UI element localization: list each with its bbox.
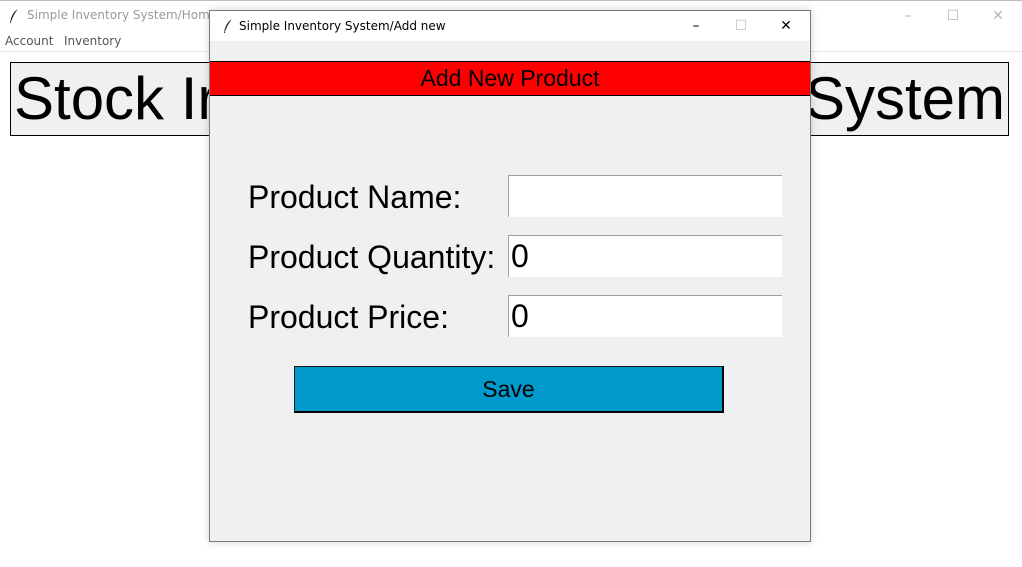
product-name-input[interactable] (508, 175, 782, 217)
dialog-header: Add New Product (210, 61, 810, 96)
home-window-title: Simple Inventory System/Home (27, 8, 218, 22)
banner-title-left: Stock Ir (14, 65, 218, 132)
dialog-title: Simple Inventory System/Add new (239, 19, 446, 33)
save-button[interactable]: Save (294, 366, 724, 413)
home-minimize-button[interactable]: – (893, 5, 923, 27)
banner-title-right: System (804, 65, 1005, 132)
product-price-input[interactable] (508, 295, 782, 337)
feather-icon (10, 8, 19, 23)
dialog-close-button[interactable]: ✕ (771, 15, 801, 37)
menu-account[interactable]: Account (5, 34, 53, 48)
dialog-titlebar[interactable]: Simple Inventory System/Add new – ☐ ✕ (210, 11, 810, 41)
home-close-button[interactable]: ✕ (983, 5, 1013, 27)
dialog-minimize-button[interactable]: – (681, 15, 711, 37)
product-quantity-input[interactable] (508, 235, 782, 277)
home-maximize-button[interactable]: ☐ (938, 5, 968, 27)
dialog-maximize-button[interactable]: ☐ (726, 15, 756, 37)
product-quantity-label: Product Quantity: (248, 239, 496, 275)
menu-inventory[interactable]: Inventory (64, 34, 121, 48)
product-price-label: Product Price: (248, 299, 449, 335)
add-new-dialog: Simple Inventory System/Add new – ☐ ✕ Ad… (209, 10, 811, 542)
feather-icon (224, 18, 233, 33)
product-name-label: Product Name: (248, 179, 462, 215)
